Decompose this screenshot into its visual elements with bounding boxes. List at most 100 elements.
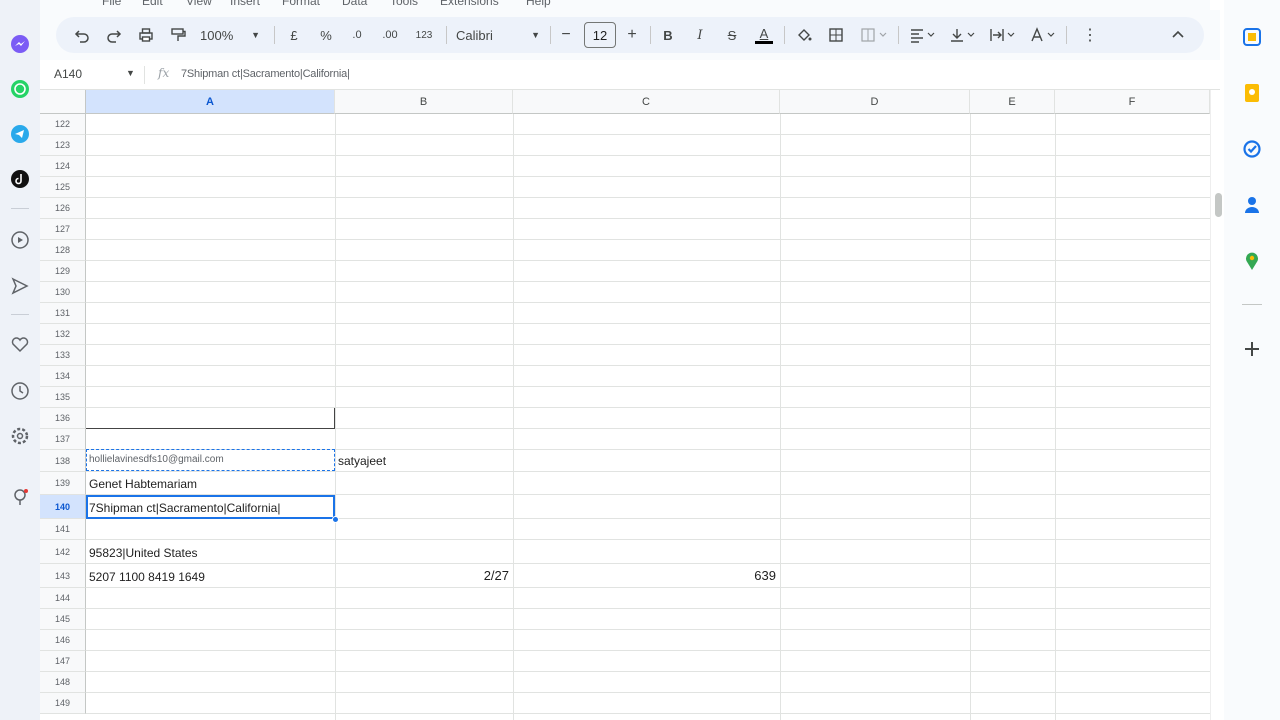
chevron-down-icon[interactable]: ▼ xyxy=(126,68,135,78)
tiktok-icon[interactable] xyxy=(10,169,30,189)
row-header[interactable]: 148 xyxy=(40,672,86,693)
sheets-icon[interactable] xyxy=(1241,26,1263,48)
zoom-select[interactable]: 100% ▼ xyxy=(200,23,260,47)
vertical-align-icon[interactable] xyxy=(946,23,980,47)
row-header[interactable]: 146 xyxy=(40,630,86,651)
lightbulb-icon[interactable] xyxy=(10,487,30,507)
currency-format-button[interactable]: £ xyxy=(282,23,306,47)
text-wrapping-icon[interactable] xyxy=(986,23,1020,47)
row-header[interactable]: 133 xyxy=(40,345,86,366)
row-header[interactable]: 129 xyxy=(40,261,86,282)
collapse-toolbar-icon[interactable] xyxy=(1166,23,1190,47)
column-header-a[interactable]: A xyxy=(86,90,335,114)
cell-c143[interactable]: 639 xyxy=(700,568,776,583)
font-family-select[interactable]: Calibri ▼ xyxy=(456,23,540,47)
menu-file[interactable]: File xyxy=(102,0,121,8)
row-header[interactable]: 139 xyxy=(40,472,86,495)
cell-a139[interactable]: Genet Habtemariam xyxy=(89,477,197,491)
text-color-button[interactable]: A xyxy=(752,23,776,47)
column-header-b[interactable]: B xyxy=(335,90,513,114)
redo-icon[interactable] xyxy=(102,23,126,47)
borders-icon[interactable] xyxy=(824,23,848,47)
telegram-icon[interactable] xyxy=(10,124,30,144)
text-rotation-icon[interactable] xyxy=(1026,23,1060,47)
cell-a140[interactable]: 7Shipman ct|Sacramento|California| xyxy=(89,501,280,515)
spreadsheet-grid[interactable]: A B C D E F 122 123 124 125 126 127 128 … xyxy=(40,90,1210,720)
font-size-input[interactable]: 12 xyxy=(584,22,616,48)
vertical-scrollbar[interactable] xyxy=(1210,90,1224,720)
menu-extensions[interactable]: Extensions xyxy=(440,0,499,8)
column-header-d[interactable]: D xyxy=(780,90,970,114)
number-format-button[interactable]: 123 xyxy=(410,23,438,47)
menu-format[interactable]: Format xyxy=(282,0,320,8)
fill-color-icon[interactable] xyxy=(792,23,816,47)
cell-a138[interactable]: hollielavinesdfs10@gmail.com xyxy=(89,454,224,465)
scrollbar-thumb[interactable] xyxy=(1215,193,1222,217)
increase-decimals-button[interactable]: .00 xyxy=(376,23,404,47)
menu-data[interactable]: Data xyxy=(342,0,367,8)
row-header[interactable]: 143 xyxy=(40,564,86,588)
row-header[interactable]: 137 xyxy=(40,429,86,450)
cell-b143[interactable]: 2/27 xyxy=(440,568,509,583)
row-header[interactable]: 138 xyxy=(40,450,86,472)
cell-a143[interactable]: 5207 1100 8419 1649 xyxy=(89,570,205,584)
row-header[interactable]: 135 xyxy=(40,387,86,408)
row-header[interactable]: 147 xyxy=(40,651,86,672)
row-header[interactable]: 131 xyxy=(40,303,86,324)
increase-font-size-button[interactable]: + xyxy=(622,23,642,47)
messenger-icon[interactable] xyxy=(10,34,30,54)
italic-button[interactable]: I xyxy=(688,23,712,47)
row-header[interactable]: 123 xyxy=(40,135,86,156)
menu-edit[interactable]: Edit xyxy=(142,0,163,8)
whatsapp-icon[interactable] xyxy=(10,79,30,99)
row-header[interactable]: 144 xyxy=(40,588,86,609)
settings-icon[interactable] xyxy=(10,426,30,446)
row-header[interactable]: 130 xyxy=(40,282,86,303)
horizontal-align-icon[interactable] xyxy=(906,23,940,47)
menu-insert[interactable]: Insert xyxy=(230,0,260,8)
more-options-button[interactable]: ⋮ xyxy=(1080,23,1100,47)
media-icon[interactable] xyxy=(10,230,30,250)
column-header-e[interactable]: E xyxy=(970,90,1055,114)
bold-button[interactable]: B xyxy=(656,23,680,47)
row-header[interactable]: 126 xyxy=(40,198,86,219)
maps-icon[interactable] xyxy=(1241,250,1263,272)
menu-help[interactable]: Help xyxy=(526,0,551,8)
column-header-f[interactable]: F xyxy=(1055,90,1210,114)
row-header[interactable]: 136 xyxy=(40,408,86,429)
tasks-icon[interactable] xyxy=(1241,138,1263,160)
fill-handle[interactable] xyxy=(332,516,339,523)
row-header[interactable]: 127 xyxy=(40,219,86,240)
row-header[interactable]: 125 xyxy=(40,177,86,198)
column-header-c[interactable]: C xyxy=(513,90,780,114)
formula-input[interactable]: 7Shipman ct|Sacramento|California| xyxy=(181,68,350,80)
history-icon[interactable] xyxy=(10,381,30,401)
menu-tools[interactable]: Tools xyxy=(390,0,418,8)
menu-view[interactable]: View xyxy=(186,0,212,8)
cell-a142[interactable]: 95823|United States xyxy=(89,546,198,560)
cell-b138[interactable]: satyajeet xyxy=(338,454,386,468)
row-header[interactable]: 128 xyxy=(40,240,86,261)
select-all-corner[interactable] xyxy=(40,90,86,114)
percent-format-button[interactable]: % xyxy=(314,23,338,47)
row-header-selected[interactable]: 140 xyxy=(40,495,86,519)
undo-icon[interactable] xyxy=(70,23,94,47)
row-header[interactable]: 142 xyxy=(40,540,86,564)
paint-format-icon[interactable] xyxy=(166,23,190,47)
send-icon[interactable] xyxy=(10,276,30,296)
name-box[interactable]: A140 xyxy=(54,67,82,81)
heart-icon[interactable] xyxy=(10,335,30,355)
row-header[interactable]: 134 xyxy=(40,366,86,387)
decrease-decimals-button[interactable]: .0 xyxy=(344,23,370,47)
strikethrough-button[interactable]: S xyxy=(720,23,744,47)
row-header[interactable]: 132 xyxy=(40,324,86,345)
merge-cells-icon[interactable] xyxy=(856,23,892,47)
contacts-icon[interactable] xyxy=(1241,194,1263,216)
row-header[interactable]: 149 xyxy=(40,693,86,714)
row-header[interactable]: 145 xyxy=(40,609,86,630)
row-header[interactable]: 122 xyxy=(40,114,86,135)
row-header[interactable]: 141 xyxy=(40,519,86,540)
decrease-font-size-button[interactable]: − xyxy=(556,23,576,47)
keep-icon[interactable] xyxy=(1241,82,1263,104)
row-header[interactable]: 124 xyxy=(40,156,86,177)
